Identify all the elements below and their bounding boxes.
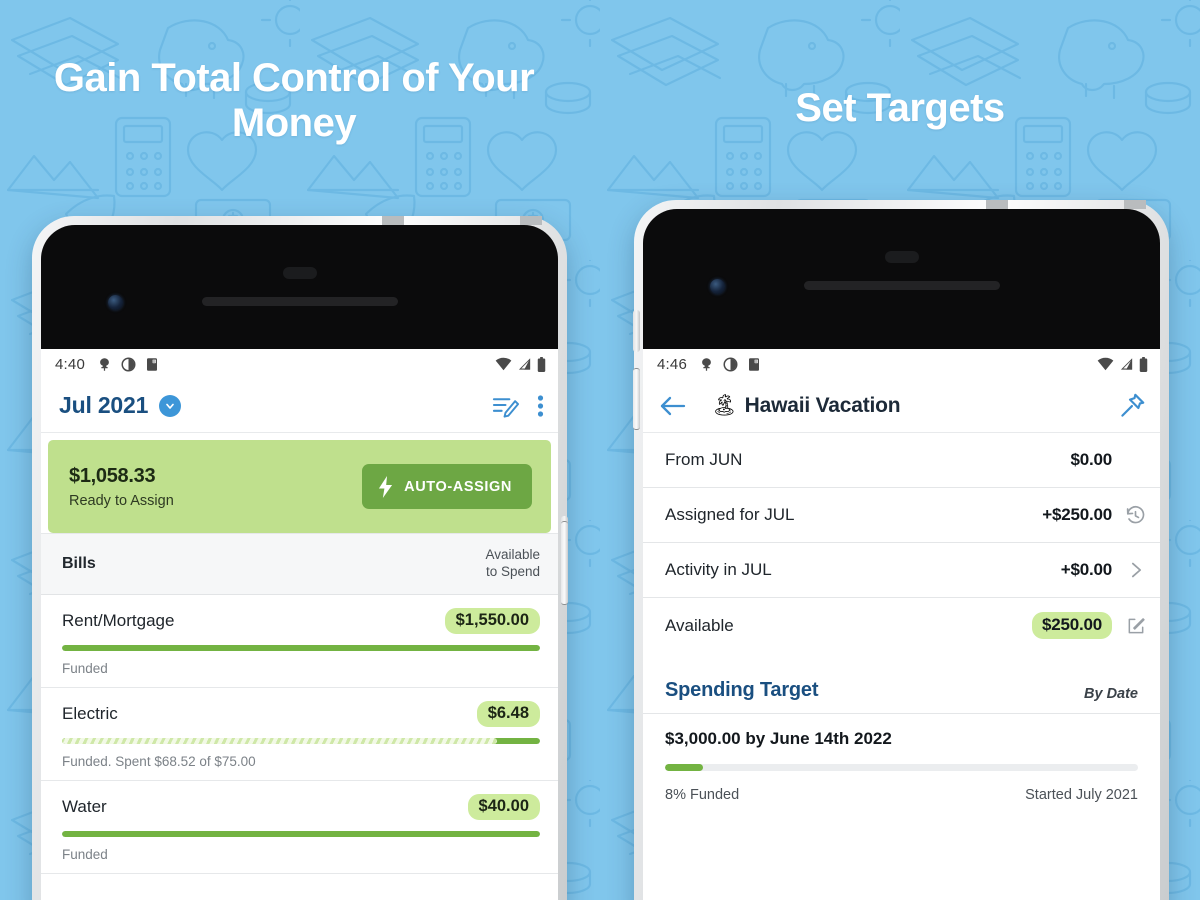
phone-left: 4:40 Jul 2021 $1,058.33 Ready to Assign … — [32, 216, 568, 900]
available-header-line2: to Spend — [485, 564, 540, 579]
spending-target-header: Spending Target By Date — [643, 679, 1160, 713]
headline-left: Gain Total Control of Your Money — [53, 56, 535, 145]
available-to-spend-header: Available to Spend — [485, 547, 540, 581]
category-note: Funded. Spent $68.52 of $75.00 — [62, 754, 256, 769]
wifi-icon — [495, 357, 512, 371]
tree-icon — [100, 357, 109, 371]
category-progress-bar — [62, 831, 540, 837]
detail-label: From JUN — [665, 450, 743, 469]
phone-antenna-line — [986, 200, 1008, 209]
table-row[interactable]: Water $40.00 Funded — [41, 781, 558, 874]
pushpin-icon[interactable] — [1119, 392, 1146, 419]
bolt-icon — [377, 475, 394, 498]
battery-icon — [537, 356, 546, 372]
battery-icon — [1139, 356, 1148, 372]
ready-to-assign-card[interactable]: $1,058.33 Ready to Assign AUTO-ASSIGN — [48, 440, 551, 533]
category-available-pill: $1,550.00 — [444, 608, 540, 634]
detail-row-from-jun[interactable]: From JUN $0.00 — [643, 433, 1160, 488]
app-bar-right: 🏝 Hawaii Vacation — [643, 379, 1160, 433]
section-spacer — [643, 653, 1160, 679]
edit-square-icon[interactable] — [1112, 616, 1146, 636]
category-available-pill: $40.00 — [467, 794, 540, 820]
category-name: Rent/Mortgage — [62, 611, 175, 630]
spending-target-started-label: Started July 2021 — [1025, 787, 1138, 803]
history-icon[interactable] — [1112, 505, 1146, 526]
category-group-header[interactable]: Bills Available to Spend — [41, 533, 558, 595]
ready-to-assign-amount: $1,058.33 — [69, 464, 156, 487]
detail-label: Available — [665, 615, 734, 635]
spending-target-progress-bar — [665, 764, 1138, 771]
page-title: Hawaii Vacation — [744, 393, 901, 417]
chevron-right-icon[interactable] — [1112, 559, 1146, 581]
detail-value: +$250.00 — [1042, 505, 1112, 524]
spending-target-funded-label: 8% Funded — [665, 787, 740, 803]
signal-icon — [518, 358, 531, 370]
wifi-icon — [1097, 357, 1114, 371]
spending-target-progress-fill — [665, 764, 703, 771]
available-header-line1: Available — [485, 547, 540, 563]
phone-sensor-notch — [884, 251, 919, 263]
auto-assign-button[interactable]: AUTO-ASSIGN — [362, 464, 532, 509]
front-camera-icon — [710, 279, 725, 294]
pie-circle-icon — [723, 357, 738, 371]
detail-row-assigned[interactable]: Assigned for JUL +$250.00 — [643, 488, 1160, 543]
detail-value: +$0.00 — [1060, 560, 1112, 579]
island-emoji-icon: 🏝 — [711, 394, 738, 417]
phone-earpiece-speaker — [803, 281, 1000, 290]
detail-row-available[interactable]: Available $250.00 — [643, 598, 1160, 653]
category-name: Electric — [62, 704, 118, 723]
table-row[interactable]: Rent/Mortgage $1,550.00 Funded — [41, 595, 558, 688]
auto-assign-button-label: AUTO-ASSIGN — [404, 478, 512, 495]
phone-sensor-notch — [282, 267, 317, 279]
phone-earpiece-speaker — [201, 297, 398, 306]
overflow-menu-icon[interactable] — [537, 394, 544, 418]
ready-to-assign-label: Ready to Assign — [69, 492, 174, 509]
promo-screenshot: Gain Total Control of Your Money Set Tar… — [0, 0, 1200, 900]
phone-antenna-line — [1124, 200, 1146, 209]
signal-icon — [1120, 358, 1133, 370]
category-name: Water — [62, 797, 107, 816]
category-note: Funded — [62, 847, 108, 862]
ready-to-assign-section: $1,058.33 Ready to Assign AUTO-ASSIGN — [41, 433, 558, 533]
spending-target-title: Spending Target — [665, 679, 819, 701]
phone-screen-left: 4:40 Jul 2021 $1,058.33 Ready to Assign … — [41, 349, 558, 900]
notebook-icon — [749, 357, 759, 371]
spending-target-body[interactable]: $3,000.00 by June 14th 2022 8% Funded St… — [643, 713, 1160, 803]
phone-antenna-line — [382, 216, 404, 225]
status-bar-left: 4:40 — [41, 349, 558, 379]
category-title-group: 🏝 Hawaii Vacation — [711, 393, 901, 418]
detail-label: Activity in JUL — [665, 560, 772, 579]
phone-screen-right: 4:46 🏝 Hawaii Vacation From JUN $0.00 As… — [643, 349, 1160, 900]
detail-row-activity[interactable]: Activity in JUL +$0.00 — [643, 543, 1160, 598]
spending-target-type: By Date — [1084, 686, 1138, 702]
volume-button-right[interactable] — [633, 310, 640, 352]
tree-icon — [702, 357, 711, 371]
detail-label: Assigned for JUL — [665, 505, 795, 524]
status-time: 4:46 — [657, 355, 687, 373]
status-time: 4:40 — [55, 355, 85, 373]
category-progress-bar — [62, 738, 540, 744]
phone-antenna-line — [520, 216, 542, 225]
headline-right: Set Targets — [795, 86, 1005, 130]
phone-right: 4:46 🏝 Hawaii Vacation From JUN $0.00 As… — [633, 200, 1169, 900]
category-note: Funded — [62, 661, 108, 676]
table-row[interactable]: Electric $6.48 Funded. Spent $68.52 of $… — [41, 688, 558, 781]
front-camera-icon — [108, 295, 123, 310]
category-progress-bar — [62, 645, 540, 651]
app-bar-left: Jul 2021 — [41, 379, 558, 433]
category-available-pill: $6.48 — [476, 701, 540, 727]
month-title[interactable]: Jul 2021 — [59, 392, 148, 419]
status-bar-right: 4:46 — [643, 349, 1160, 379]
back-arrow-icon[interactable] — [659, 395, 687, 417]
pie-circle-icon — [121, 357, 136, 371]
edit-list-icon[interactable] — [492, 394, 519, 418]
spending-target-amount: $3,000.00 by June 14th 2022 — [665, 729, 892, 748]
notebook-icon — [147, 357, 157, 371]
available-value-pill: $250.00 — [1031, 612, 1112, 639]
chevron-down-icon[interactable] — [159, 394, 182, 417]
category-group-name: Bills — [62, 555, 96, 572]
detail-value: $0.00 — [1070, 450, 1112, 469]
power-button-right[interactable] — [633, 368, 640, 430]
power-button-left[interactable] — [561, 521, 568, 605]
